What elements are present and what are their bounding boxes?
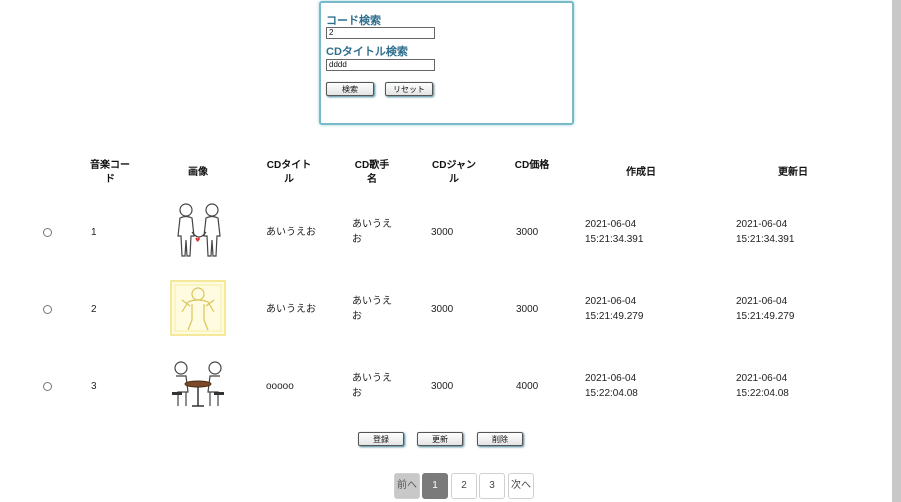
cd-thumbnail-image <box>172 361 224 407</box>
pagination-page-2[interactable]: 2 <box>451 473 477 499</box>
cell-genre: 3000 <box>431 304 454 315</box>
register-button[interactable]: 登録 <box>358 432 404 446</box>
cell-title: あいうえお <box>266 227 316 238</box>
header-cd-price: CD価格 <box>514 160 550 171</box>
header-cd-genre: CDジャンル <box>432 160 476 185</box>
cell-created-time: 15:22:04.08 <box>585 388 638 399</box>
search-button[interactable]: 検索 <box>326 82 374 96</box>
cell-singer: あいうえお <box>352 219 392 245</box>
row-select-radio[interactable] <box>43 382 52 391</box>
header-cd-title: CDタイトル <box>266 160 312 185</box>
search-panel: コード検索 CDタイトル検索 検索 リセット <box>319 1 574 125</box>
cell-title: あいうえお <box>266 304 316 315</box>
cell-created-date: 2021-06-04 <box>585 219 637 230</box>
cell-created-date: 2021-06-04 <box>585 373 637 384</box>
cell-created-time: 15:21:34.391 <box>585 234 644 245</box>
cell-updated-time: 15:22:04.08 <box>736 388 789 399</box>
header-image: 画像 <box>188 167 208 178</box>
cell-created-time: 15:21:49.279 <box>585 311 644 322</box>
cell-genre: 3000 <box>431 381 454 392</box>
title-search-label: CDタイトル検索 <box>326 46 408 58</box>
cell-code: 3 <box>91 381 97 392</box>
pagination-page-1[interactable]: 1 <box>422 473 448 499</box>
cell-created-date: 2021-06-04 <box>585 296 637 307</box>
cell-updated-date: 2021-06-04 <box>736 296 788 307</box>
cell-price: 3000 <box>516 227 539 238</box>
row-select-radio[interactable] <box>43 305 52 314</box>
header-created-date: 作成日 <box>626 167 656 178</box>
cell-singer: あいうえお <box>352 373 392 399</box>
code-search-input[interactable] <box>326 27 435 39</box>
cell-title: ooooo <box>266 381 294 392</box>
update-button[interactable]: 更新 <box>417 432 463 446</box>
header-updated-date: 更新日 <box>778 167 808 178</box>
cell-singer: あいうえお <box>352 296 392 322</box>
cd-thumbnail-image <box>170 280 226 336</box>
code-search-label: コード検索 <box>326 15 381 27</box>
title-search-input[interactable] <box>326 59 435 71</box>
svg-text:♥: ♥ <box>195 237 200 244</box>
pagination-page-3[interactable]: 3 <box>479 473 505 499</box>
cell-genre: 3000 <box>431 227 454 238</box>
cell-price: 4000 <box>516 381 539 392</box>
cell-code: 2 <box>91 304 97 315</box>
cell-updated-date: 2021-06-04 <box>736 373 788 384</box>
cell-code: 1 <box>91 227 97 238</box>
pagination-next-button[interactable]: 次へ <box>508 473 534 499</box>
reset-button[interactable]: リセット <box>385 82 433 96</box>
cd-thumbnail-image: ♥ <box>177 203 221 257</box>
pagination-prev-button[interactable]: 前へ <box>394 473 420 499</box>
row-select-radio[interactable] <box>43 228 52 237</box>
cell-updated-time: 15:21:34.391 <box>736 234 795 245</box>
header-music-code: 音楽コード <box>90 160 130 185</box>
cell-updated-time: 15:21:49.279 <box>736 311 795 322</box>
cell-price: 3000 <box>516 304 539 315</box>
header-cd-singer: CD歌手名 <box>354 160 390 185</box>
cell-updated-date: 2021-06-04 <box>736 219 788 230</box>
vertical-scrollbar[interactable] <box>892 0 901 502</box>
delete-button[interactable]: 削除 <box>477 432 523 446</box>
